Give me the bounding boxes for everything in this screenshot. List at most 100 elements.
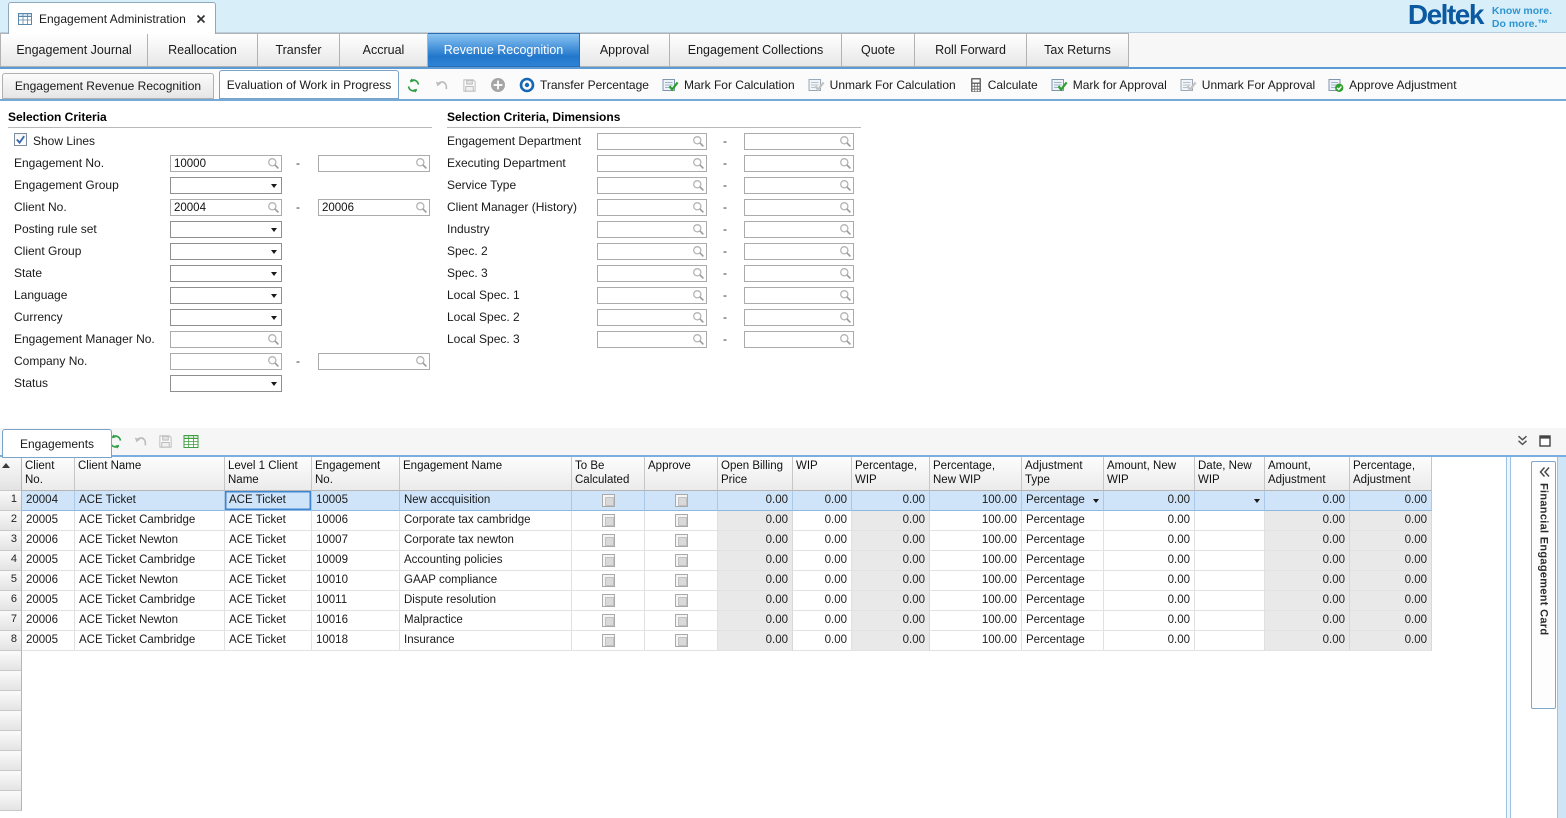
cell-adj_type[interactable]: Percentage (1022, 491, 1104, 511)
cell-open_billing[interactable]: 0.00 (718, 531, 793, 551)
cell-to_be_calc[interactable] (572, 591, 645, 611)
search-icon[interactable] (267, 201, 280, 214)
industry-from-field[interactable] (597, 221, 707, 238)
close-icon[interactable] (196, 14, 206, 24)
cell-wip[interactable]: 0.00 (793, 571, 852, 591)
spec-2-to-field[interactable] (744, 243, 854, 260)
cell-amount_new_wip[interactable]: 0.00 (1104, 611, 1195, 631)
cell-to_be_calc[interactable] (572, 551, 645, 571)
cell-pct_new_wip[interactable]: 100.00 (930, 571, 1022, 591)
cell-client_no[interactable]: 20004 (22, 491, 75, 511)
cell-client_no[interactable]: 20006 (22, 571, 75, 591)
table-row[interactable]: 820005ACE Ticket CambridgeACE Ticket1001… (0, 631, 1432, 651)
calculate-button[interactable]: Calculate (969, 77, 1038, 93)
to_be_calc-checkbox[interactable] (602, 634, 615, 647)
local-spec-3-to-field[interactable] (744, 331, 854, 348)
search-icon[interactable] (692, 267, 705, 280)
cell-level1[interactable]: ACE Ticket (225, 591, 312, 611)
local-spec-2-from-field[interactable] (597, 309, 707, 326)
search-icon[interactable] (692, 135, 705, 148)
cell-amount_adj[interactable]: 0.00 (1265, 511, 1350, 531)
cell-amount_new_wip[interactable]: 0.00 (1104, 591, 1195, 611)
cell-client_no[interactable]: 20005 (22, 591, 75, 611)
cell-eng_name[interactable]: GAAP compliance (400, 571, 572, 591)
company-no-from-field-input[interactable] (171, 354, 281, 369)
cell-client_name[interactable]: ACE Ticket Cambridge (75, 511, 225, 531)
row-number[interactable]: 1 (0, 491, 22, 511)
cell-date_new_wip[interactable] (1195, 531, 1265, 551)
engagement-no-to-field-input[interactable] (319, 156, 429, 171)
to_be_calc-checkbox[interactable] (602, 514, 615, 527)
ribbon-tab-approval[interactable]: Approval (580, 33, 670, 67)
engagement-manager-no-field[interactable] (170, 331, 282, 348)
cell-pct_wip[interactable]: 0.00 (852, 611, 930, 631)
engagement-no-to-field[interactable] (318, 155, 430, 172)
engagement-no-from-field-input[interactable] (171, 156, 281, 171)
spec-2-from-field[interactable] (597, 243, 707, 260)
cell-amount_adj[interactable]: 0.00 (1265, 631, 1350, 651)
add-button[interactable] (490, 77, 506, 93)
cell-approve[interactable] (645, 531, 718, 551)
ribbon-tab-engagement-journal[interactable]: Engagement Journal (0, 33, 148, 67)
language-select[interactable] (170, 287, 282, 304)
client-no-to-field-input[interactable] (319, 200, 429, 215)
search-icon[interactable] (839, 245, 852, 258)
approve-adjustment-button[interactable]: Approve Adjustment (1328, 77, 1456, 93)
cell-open_billing[interactable]: 0.00 (718, 551, 793, 571)
approve-checkbox[interactable] (675, 594, 688, 607)
cell-eng_no[interactable]: 10005 (312, 491, 400, 511)
column-header-amount-adjustment[interactable]: Amount, Adjustment (1265, 457, 1350, 491)
column-header-adjustment-type[interactable]: Adjustment Type (1022, 457, 1104, 491)
cell-pct_new_wip[interactable]: 100.00 (930, 531, 1022, 551)
engagement-department-to-field-input[interactable] (745, 134, 853, 149)
cell-pct_adj[interactable]: 0.00 (1350, 611, 1432, 631)
cell-pct_new_wip[interactable]: 100.00 (930, 631, 1022, 651)
cell-client_name[interactable]: ACE Ticket Newton (75, 531, 225, 551)
cell-pct_adj[interactable]: 0.00 (1350, 511, 1432, 531)
spec-3-from-field[interactable] (597, 265, 707, 282)
cell-eng_no[interactable]: 10011 (312, 591, 400, 611)
cell-adj_type[interactable]: Percentage (1022, 511, 1104, 531)
cell-approve[interactable] (645, 491, 718, 511)
column-header-amount-new-wip[interactable]: Amount, New WIP (1104, 457, 1195, 491)
cell-wip[interactable]: 0.00 (793, 531, 852, 551)
table-row[interactable]: 720006ACE Ticket NewtonACE Ticket10016Ma… (0, 611, 1432, 631)
industry-from-field-input[interactable] (598, 222, 706, 237)
status-select[interactable] (170, 375, 282, 392)
engagement-group-select[interactable] (170, 177, 282, 194)
search-icon[interactable] (415, 201, 428, 214)
column-header-open-billing-price[interactable]: Open Billing Price (718, 457, 793, 491)
cell-client_name[interactable]: ACE Ticket Newton (75, 571, 225, 591)
cell-amount_new_wip[interactable]: 0.00 (1104, 571, 1195, 591)
search-icon[interactable] (839, 179, 852, 192)
row-number[interactable]: 4 (0, 551, 22, 571)
cell-adj_type[interactable]: Percentage (1022, 611, 1104, 631)
cell-approve[interactable] (645, 591, 718, 611)
cell-wip[interactable]: 0.00 (793, 551, 852, 571)
unmark-for-approval-button[interactable]: Unmark For Approval (1180, 77, 1315, 93)
ribbon-tab-accrual[interactable]: Accrual (340, 33, 428, 67)
table-button[interactable] (183, 434, 199, 449)
cell-eng_name[interactable]: Corporate tax newton (400, 531, 572, 551)
executing-department-from-field[interactable] (597, 155, 707, 172)
row-selector-header[interactable] (0, 457, 22, 491)
cell-amount_new_wip[interactable]: 0.00 (1104, 531, 1195, 551)
chevron-down-icon[interactable] (1254, 499, 1260, 503)
to_be_calc-checkbox[interactable] (602, 594, 615, 607)
maximize-icon[interactable] (1539, 435, 1551, 447)
ribbon-tab-engagement-collections[interactable]: Engagement Collections (670, 33, 842, 67)
cell-eng_name[interactable]: Corporate tax cambridge (400, 511, 572, 531)
cell-to_be_calc[interactable] (572, 631, 645, 651)
table-row[interactable]: 320006ACE Ticket NewtonACE Ticket10007Co… (0, 531, 1432, 551)
cell-approve[interactable] (645, 631, 718, 651)
table-row[interactable]: 620005ACE Ticket CambridgeACE Ticket1001… (0, 591, 1432, 611)
column-header-client-name[interactable]: Client Name (75, 457, 225, 491)
column-header-level-1-client-name[interactable]: Level 1 Client Name (225, 457, 312, 491)
search-icon[interactable] (267, 157, 280, 170)
cell-amount_adj[interactable]: 0.00 (1265, 571, 1350, 591)
cell-pct_new_wip[interactable]: 100.00 (930, 591, 1022, 611)
cell-pct_adj[interactable]: 0.00 (1350, 531, 1432, 551)
cell-pct_adj[interactable]: 0.00 (1350, 591, 1432, 611)
cell-pct_new_wip[interactable]: 100.00 (930, 551, 1022, 571)
search-icon[interactable] (839, 289, 852, 302)
